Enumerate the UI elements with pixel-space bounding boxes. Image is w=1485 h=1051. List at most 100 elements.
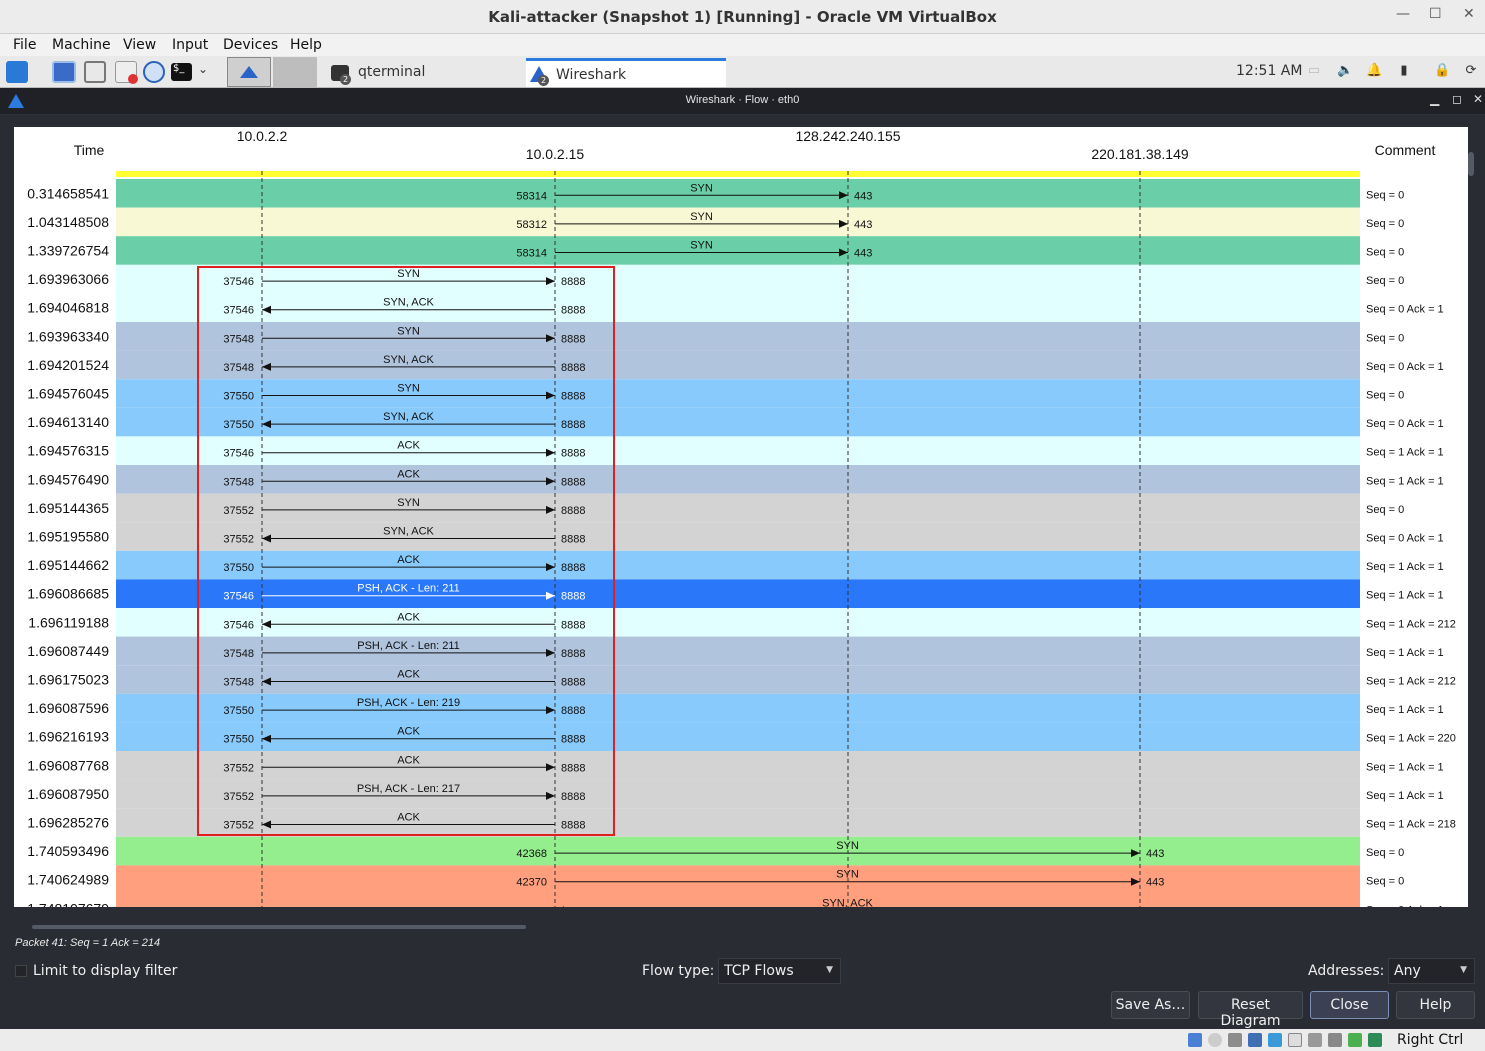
- menu-file[interactable]: File: [13, 37, 36, 53]
- flow-row-band[interactable]: [116, 264, 1360, 294]
- panel-clock[interactable]: 12:51 AM: [1236, 63, 1302, 79]
- src-port: 42370: [516, 905, 547, 907]
- flow-row-band[interactable]: [116, 636, 1360, 666]
- volume-icon[interactable]: 🔈: [1337, 63, 1353, 79]
- vbox-menubar: File Machine View Input Devices Help: [0, 34, 1485, 56]
- flow-row-band[interactable]: [116, 865, 1360, 894]
- chevron-down-icon[interactable]: ⌄: [198, 62, 208, 76]
- workspace-1[interactable]: [227, 57, 271, 87]
- flow-row-band[interactable]: [116, 608, 1360, 637]
- menu-help[interactable]: Help: [290, 37, 322, 53]
- mouse-integration-icon[interactable]: [1368, 1033, 1382, 1047]
- reset-diagram-button[interactable]: Reset Diagram: [1198, 991, 1303, 1029]
- display-icon[interactable]: ▭: [1306, 63, 1322, 79]
- close-icon[interactable]: ✕: [1473, 92, 1483, 106]
- browser-globe-icon[interactable]: [143, 61, 165, 83]
- dst-port: 8888: [561, 705, 585, 717]
- cpu-icon[interactable]: [1348, 1033, 1362, 1047]
- menu-view[interactable]: View: [123, 37, 156, 53]
- flow-label: PSH, ACK - Len: 211: [357, 583, 460, 595]
- notification-bell-icon[interactable]: 🔔: [1366, 63, 1382, 79]
- src-port: 37552: [223, 505, 254, 517]
- addresses-label: Addresses:: [1308, 963, 1385, 979]
- network-icon[interactable]: [1248, 1033, 1262, 1047]
- menu-input[interactable]: Input: [172, 37, 208, 53]
- display-icon[interactable]: [1308, 1033, 1322, 1047]
- flow-row-band[interactable]: [116, 407, 1360, 437]
- optical-drive-icon[interactable]: [1208, 1033, 1222, 1047]
- lock-icon[interactable]: 🔒: [1434, 63, 1450, 79]
- row-comment: Seq = 0: [1366, 390, 1404, 402]
- task-wireshark[interactable]: 2 Wireshark: [526, 58, 726, 87]
- flow-row-band[interactable]: [116, 493, 1360, 523]
- wireshark-title-bar: Wireshark · Flow · eth0 ▁ ◻ ✕: [0, 88, 1485, 115]
- flow-diagram[interactable]: Time Comment 10.0.2.2 10.0.2.15 128.242.240.…: [14, 127, 1468, 907]
- flow-row-band[interactable]: [116, 293, 1360, 322]
- flow-label: SYN, ACK: [383, 411, 434, 423]
- flow-label: PSH, ACK - Len: 211: [357, 640, 460, 652]
- flow-row-band[interactable]: [116, 894, 1360, 907]
- help-button[interactable]: Help: [1396, 991, 1475, 1019]
- flow-graph-svg[interactable]: Time Comment 10.0.2.2 10.0.2.15 128.242.240.…: [14, 127, 1468, 907]
- flow-label: SYN, ACK: [383, 526, 434, 538]
- close-icon[interactable]: ✕: [1463, 6, 1475, 22]
- flow-row-band[interactable]: [116, 522, 1360, 551]
- flow-row-band[interactable]: [116, 722, 1360, 751]
- flow-label: SYN, ACK: [383, 354, 434, 366]
- limit-to-display-filter-checkbox[interactable]: [15, 965, 27, 977]
- host-label: 10.0.2.2: [237, 128, 288, 144]
- task-qterminal[interactable]: 2 qterminal: [328, 58, 523, 87]
- flow-row-band[interactable]: [116, 350, 1360, 380]
- terminal-icon[interactable]: $_: [171, 63, 192, 81]
- flow-row-band[interactable]: [116, 808, 1360, 837]
- maximize-icon[interactable]: ◻: [1452, 92, 1462, 106]
- hard-disk-icon[interactable]: [1188, 1033, 1202, 1047]
- flow-row-band[interactable]: [116, 550, 1360, 580]
- vertical-scrollbar[interactable]: [1468, 152, 1474, 176]
- menu-machine[interactable]: Machine: [52, 37, 111, 53]
- logout-icon[interactable]: ⟳: [1463, 63, 1479, 79]
- maximize-icon[interactable]: ☐: [1429, 6, 1442, 22]
- flow-row-band[interactable]: [116, 465, 1360, 494]
- flow-row-band[interactable]: [116, 322, 1360, 351]
- battery-icon[interactable]: ▮: [1396, 63, 1412, 79]
- minimize-icon[interactable]: —: [1396, 6, 1410, 22]
- audio-icon[interactable]: [1228, 1033, 1242, 1047]
- flow-row-band[interactable]: [116, 236, 1360, 265]
- flow-row-band[interactable]: [116, 436, 1360, 465]
- recording-icon[interactable]: [1328, 1033, 1342, 1047]
- flow-row-band[interactable]: [116, 751, 1360, 780]
- minimize-icon[interactable]: ▁: [1430, 92, 1439, 106]
- row-comment: Seq = 0: [1366, 876, 1404, 888]
- menu-devices[interactable]: Devices: [223, 37, 278, 53]
- show-desktop-icon[interactable]: [52, 61, 76, 83]
- flow-row-band[interactable]: [116, 693, 1360, 723]
- save-as-button[interactable]: Save As…: [1111, 991, 1190, 1019]
- dst-port: 8888: [561, 391, 585, 403]
- dst-port: 8888: [561, 505, 585, 517]
- dst-port: 8888: [561, 333, 585, 345]
- flow-row-band[interactable]: [116, 665, 1360, 694]
- flow-row-band[interactable]: [116, 836, 1360, 866]
- limit-to-display-filter-label: Limit to display filter: [33, 963, 178, 979]
- row-time: 1.694576490: [27, 471, 109, 487]
- file-manager-icon[interactable]: [84, 61, 106, 83]
- flow-row-band[interactable]: [116, 379, 1360, 408]
- workspace-2[interactable]: [273, 57, 317, 87]
- text-editor-icon[interactable]: [115, 61, 138, 84]
- row-time: 1.694613140: [27, 414, 109, 430]
- flow-row-band[interactable]: [116, 779, 1360, 809]
- usb-icon[interactable]: [1268, 1033, 1282, 1047]
- src-port: 37546: [223, 591, 254, 603]
- close-button[interactable]: Close: [1310, 991, 1389, 1019]
- flow-row-band[interactable]: [116, 179, 1360, 208]
- flow-label: SYN: [397, 325, 420, 337]
- kali-menu-icon[interactable]: [6, 61, 28, 83]
- horizontal-scrollbar[interactable]: [32, 925, 526, 929]
- row-comment: Seq = 0: [1366, 247, 1404, 259]
- flow-row-band[interactable]: [116, 207, 1360, 237]
- flow-row-band[interactable]: [116, 579, 1360, 608]
- addresses-select[interactable]: Any ▼: [1388, 958, 1475, 984]
- shared-folders-icon[interactable]: [1288, 1033, 1302, 1047]
- flow-type-select[interactable]: TCP Flows ▼: [718, 958, 841, 984]
